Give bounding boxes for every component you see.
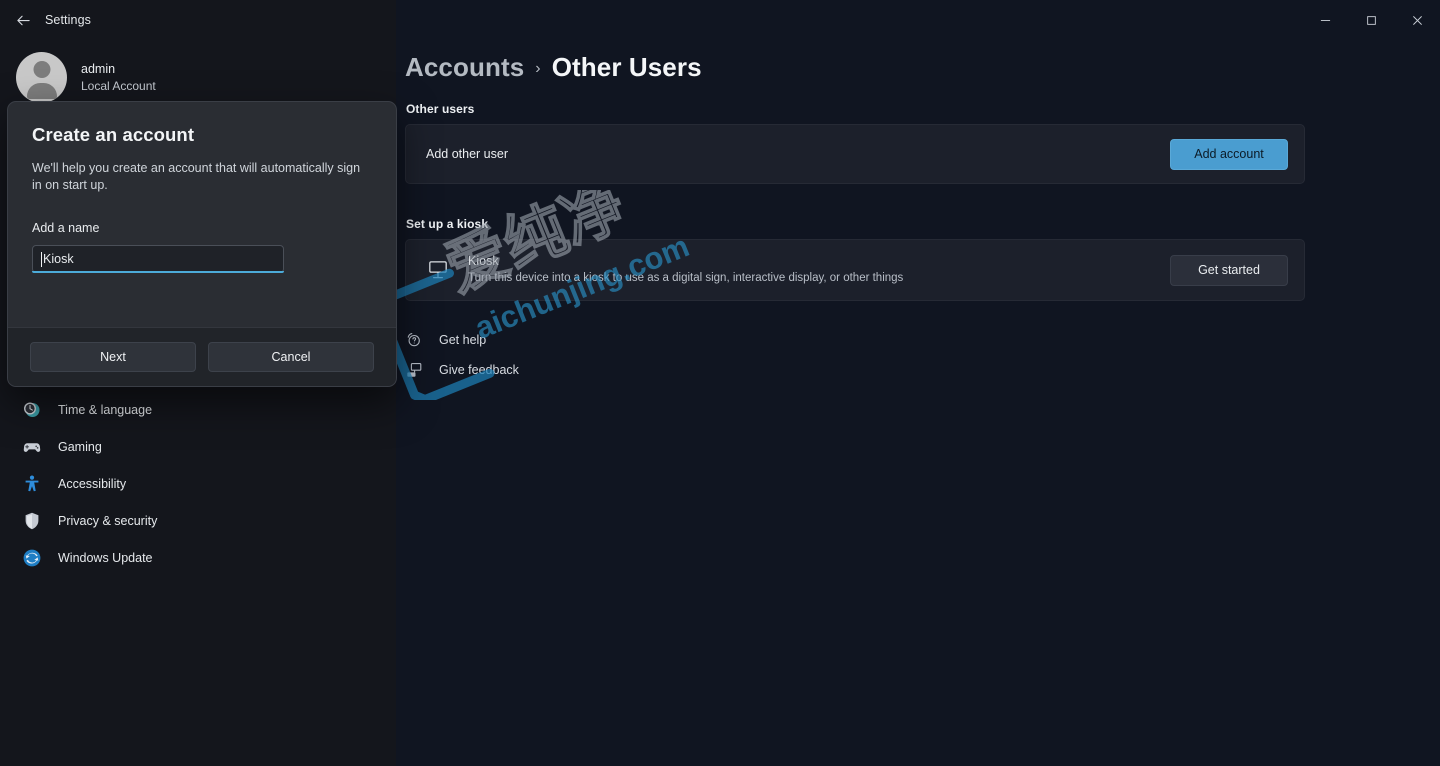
title-bar: Settings	[0, 0, 1440, 40]
close-button[interactable]	[1394, 0, 1440, 40]
sidebar-item-label: Gaming	[58, 440, 102, 454]
window-controls	[1302, 0, 1440, 40]
sidebar-item-label: Time & language	[58, 403, 153, 417]
settings-window: Settings admin Local Account Time & lang…	[0, 0, 1440, 766]
sidebar-item-time-language[interactable]: Time & language	[14, 392, 274, 428]
account-header[interactable]: admin Local Account	[16, 52, 156, 103]
avatar-head	[33, 61, 50, 78]
maximize-button[interactable]	[1348, 0, 1394, 40]
sidebar-nav: Time & language Gaming Accessibility Pri…	[14, 392, 274, 576]
clock-icon	[22, 400, 42, 420]
dialog-footer: Next Cancel	[8, 327, 396, 386]
sidebar-item-windows-update[interactable]: Windows Update	[14, 540, 274, 576]
add-other-user-card: Add other user Add account	[405, 124, 1305, 184]
sidebar-item-accessibility[interactable]: Accessibility	[14, 466, 274, 502]
kiosk-row: Kiosk Turn this device into a kiosk to u…	[406, 253, 1304, 287]
sidebar-item-privacy-security[interactable]: Privacy & security	[14, 503, 274, 539]
breadcrumb-parent[interactable]: Accounts	[405, 52, 524, 83]
main-content: Accounts › Other Users Other users Add o…	[396, 40, 1440, 766]
kiosk-card: Kiosk Turn this device into a kiosk to u…	[405, 239, 1305, 301]
name-input-value: Kiosk	[43, 252, 74, 266]
account-name: admin	[81, 61, 116, 76]
add-other-user-texts: Add other user	[426, 147, 1170, 161]
breadcrumb: Accounts › Other Users	[405, 52, 702, 83]
add-other-user-row: Add other user Add account	[406, 138, 1304, 170]
kiosk-description: Turn this device into a kiosk to use as …	[468, 272, 904, 284]
account-type: Local Account	[81, 78, 156, 93]
help-icon	[405, 331, 423, 349]
kiosk-display-icon	[426, 258, 450, 282]
give-feedback-label: Give feedback	[439, 363, 519, 377]
get-started-button[interactable]: Get started	[1170, 254, 1288, 286]
account-info: admin Local Account	[81, 61, 156, 95]
footer-links: Get help Give feedback	[405, 325, 519, 385]
kiosk-texts: Kiosk Turn this device into a kiosk to u…	[468, 253, 1170, 287]
next-button[interactable]: Next	[30, 342, 196, 372]
shield-icon	[22, 511, 42, 531]
close-icon	[1412, 15, 1422, 25]
gamepad-icon	[22, 437, 42, 457]
dialog-title: Create an account	[32, 124, 195, 145]
kiosk-title: Kiosk	[468, 254, 499, 268]
sidebar-item-gaming[interactable]: Gaming	[14, 429, 274, 465]
add-account-button[interactable]: Add account	[1170, 138, 1288, 170]
section-label-kiosk: Set up a kiosk	[406, 217, 489, 231]
add-other-user-label: Add other user	[426, 147, 508, 161]
get-help-link[interactable]: Get help	[405, 325, 519, 355]
section-label-other-users: Other users	[406, 102, 475, 116]
avatar-body	[26, 83, 57, 99]
name-input[interactable]: Kiosk	[32, 245, 284, 273]
sidebar-item-label: Privacy & security	[58, 514, 158, 528]
dialog-body: Create an account We'll help you create …	[8, 102, 396, 329]
minimize-button[interactable]	[1302, 0, 1348, 40]
feedback-icon	[405, 361, 423, 379]
maximize-icon	[1366, 15, 1376, 25]
back-arrow-icon	[16, 15, 30, 25]
breadcrumb-current: Other Users	[551, 52, 702, 82]
sidebar-item-label: Accessibility	[58, 477, 127, 491]
update-icon	[22, 548, 42, 568]
accessibility-icon	[22, 474, 42, 494]
back-button[interactable]	[8, 6, 38, 34]
create-account-dialog: Create an account We'll help you create …	[7, 101, 397, 387]
avatar	[16, 52, 67, 103]
get-help-label: Get help	[439, 333, 487, 347]
name-field-label: Add a name	[32, 221, 100, 235]
text-caret	[41, 251, 42, 267]
cancel-button[interactable]: Cancel	[208, 342, 374, 372]
give-feedback-link[interactable]: Give feedback	[405, 355, 519, 385]
dialog-description: We'll help you create an account that wi…	[32, 161, 361, 192]
sidebar-item-label: Windows Update	[58, 551, 153, 565]
window-title: Settings	[45, 13, 91, 27]
minimize-icon	[1320, 19, 1330, 21]
breadcrumb-separator-icon: ›	[535, 60, 541, 77]
